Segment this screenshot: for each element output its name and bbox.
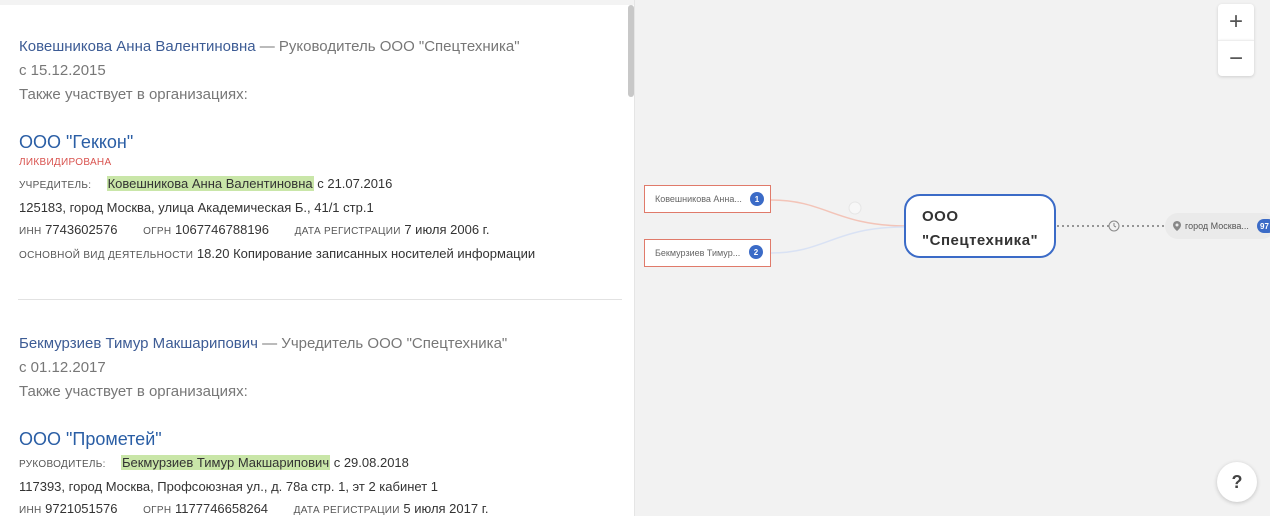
person-node-label: Ковешникова Анна... <box>655 194 742 204</box>
reg-date-label: дата регистрации <box>294 226 401 237</box>
ogrn-value: 1177746658264 <box>175 501 269 516</box>
company-node[interactable]: ООО "Спецтехника" <box>904 194 1056 258</box>
inn-value: 7743602576 <box>45 222 118 237</box>
graph-canvas[interactable]: Ковешникова Анна... 1 Бекмурзиев Тимур..… <box>634 0 1270 516</box>
person-node-badge: 1 <box>750 192 764 206</box>
map-pin-icon <box>1173 221 1181 231</box>
ogrn-value: 1067746788196 <box>175 222 270 237</box>
also-participates-label: Также участвует в организациях: <box>19 86 248 103</box>
person-since: с 01.12.2017 <box>19 359 106 376</box>
org-ids-row: инн 9721051576 огрн 1177746658264 дата р… <box>19 498 619 516</box>
company-node-line2: "Спецтехника" <box>922 232 1039 249</box>
org-name-link[interactable]: ООО "Прометей" <box>19 427 619 451</box>
help-button[interactable]: ? <box>1217 462 1257 502</box>
address-node-label: город Москва... <box>1185 221 1249 231</box>
inn-value: 9721051576 <box>45 501 118 516</box>
person-name-link[interactable]: Ковешникова Анна Валентиновна <box>19 38 256 55</box>
org-relation-row: руководитель: Бекмурзиев Тимур Макшарипо… <box>19 452 619 476</box>
activity-label: основной вид деятельности <box>19 250 194 261</box>
org-status-badge: ликвидирована <box>19 157 112 168</box>
relation-since: с 29.08.2018 <box>330 455 409 470</box>
zoom-in-button[interactable]: + <box>1218 4 1254 40</box>
relation-person-highlight: Бекмурзиев Тимур Макшарипович <box>120 455 331 470</box>
edge-person-1 <box>770 199 905 227</box>
person-node-label: Бекмурзиев Тимур... <box>655 248 741 258</box>
ogrn-label: огрн <box>143 226 172 237</box>
company-node-line1: ООО <box>922 208 959 225</box>
also-participates-label: Также участвует в организациях: <box>19 383 248 400</box>
relation-label: учредитель: <box>19 180 92 191</box>
person-block: Ковешникова Анна Валентиновна — Руководи… <box>19 35 619 107</box>
org-relation-row: учредитель: Ковешникова Анна Валентиновн… <box>19 173 619 197</box>
org-activity-row: основной вид деятельности 18.20 Копирова… <box>19 243 619 267</box>
clock-icon <box>1108 220 1120 232</box>
ogrn-label: огрн <box>143 505 172 516</box>
person-since: с 15.12.2015 <box>19 62 106 79</box>
address-node-badge: 97 <box>1257 219 1270 233</box>
reg-date-value: 5 июля 2017 г. <box>403 501 489 516</box>
org-card: ООО "Прометей" руководитель: Бекмурзиев … <box>19 427 619 516</box>
activity-value: 18.20 Копирование записанных носителей и… <box>196 246 536 261</box>
divider <box>18 299 622 300</box>
zoom-out-button[interactable]: − <box>1218 40 1254 76</box>
results-panel: Ковешникова Анна Валентиновна — Руководи… <box>0 0 634 516</box>
relation-person-highlight: Ковешникова Анна Валентиновна <box>106 176 314 191</box>
org-address: 125183, город Москва, улица Академическа… <box>19 200 374 215</box>
address-node[interactable]: город Москва... <box>1165 213 1270 239</box>
reg-date-label: дата регистрации <box>293 505 400 516</box>
inn-label: инн <box>19 505 42 516</box>
person-node-badge: 2 <box>749 245 763 259</box>
org-ids-row: инн 7743602576 огрн 1067746788196 дата р… <box>19 219 619 243</box>
reg-date-value: 7 июля 2006 г. <box>404 222 490 237</box>
person-role: — Руководитель ООО "Спецтехника" <box>255 38 520 55</box>
edge-person-2 <box>770 226 905 254</box>
person-role: — Учредитель ООО "Спецтехника" <box>257 335 508 352</box>
org-address: 117393, город Москва, Профсоюзная ул., д… <box>19 479 438 494</box>
edge-midpoint-icon <box>848 201 862 215</box>
org-name-link[interactable]: ООО "Геккон" <box>19 130 619 154</box>
relation-since: с 21.07.2016 <box>313 176 393 191</box>
person-block: Бекмурзиев Тимур Макшарипович — Учредите… <box>19 332 619 404</box>
top-strip <box>0 0 634 5</box>
inn-label: инн <box>19 226 42 237</box>
person-name-link[interactable]: Бекмурзиев Тимур Макшарипович <box>19 335 258 352</box>
relation-label: руководитель: <box>19 459 106 470</box>
org-card: ООО "Геккон" ликвидирована учредитель: К… <box>19 130 619 267</box>
